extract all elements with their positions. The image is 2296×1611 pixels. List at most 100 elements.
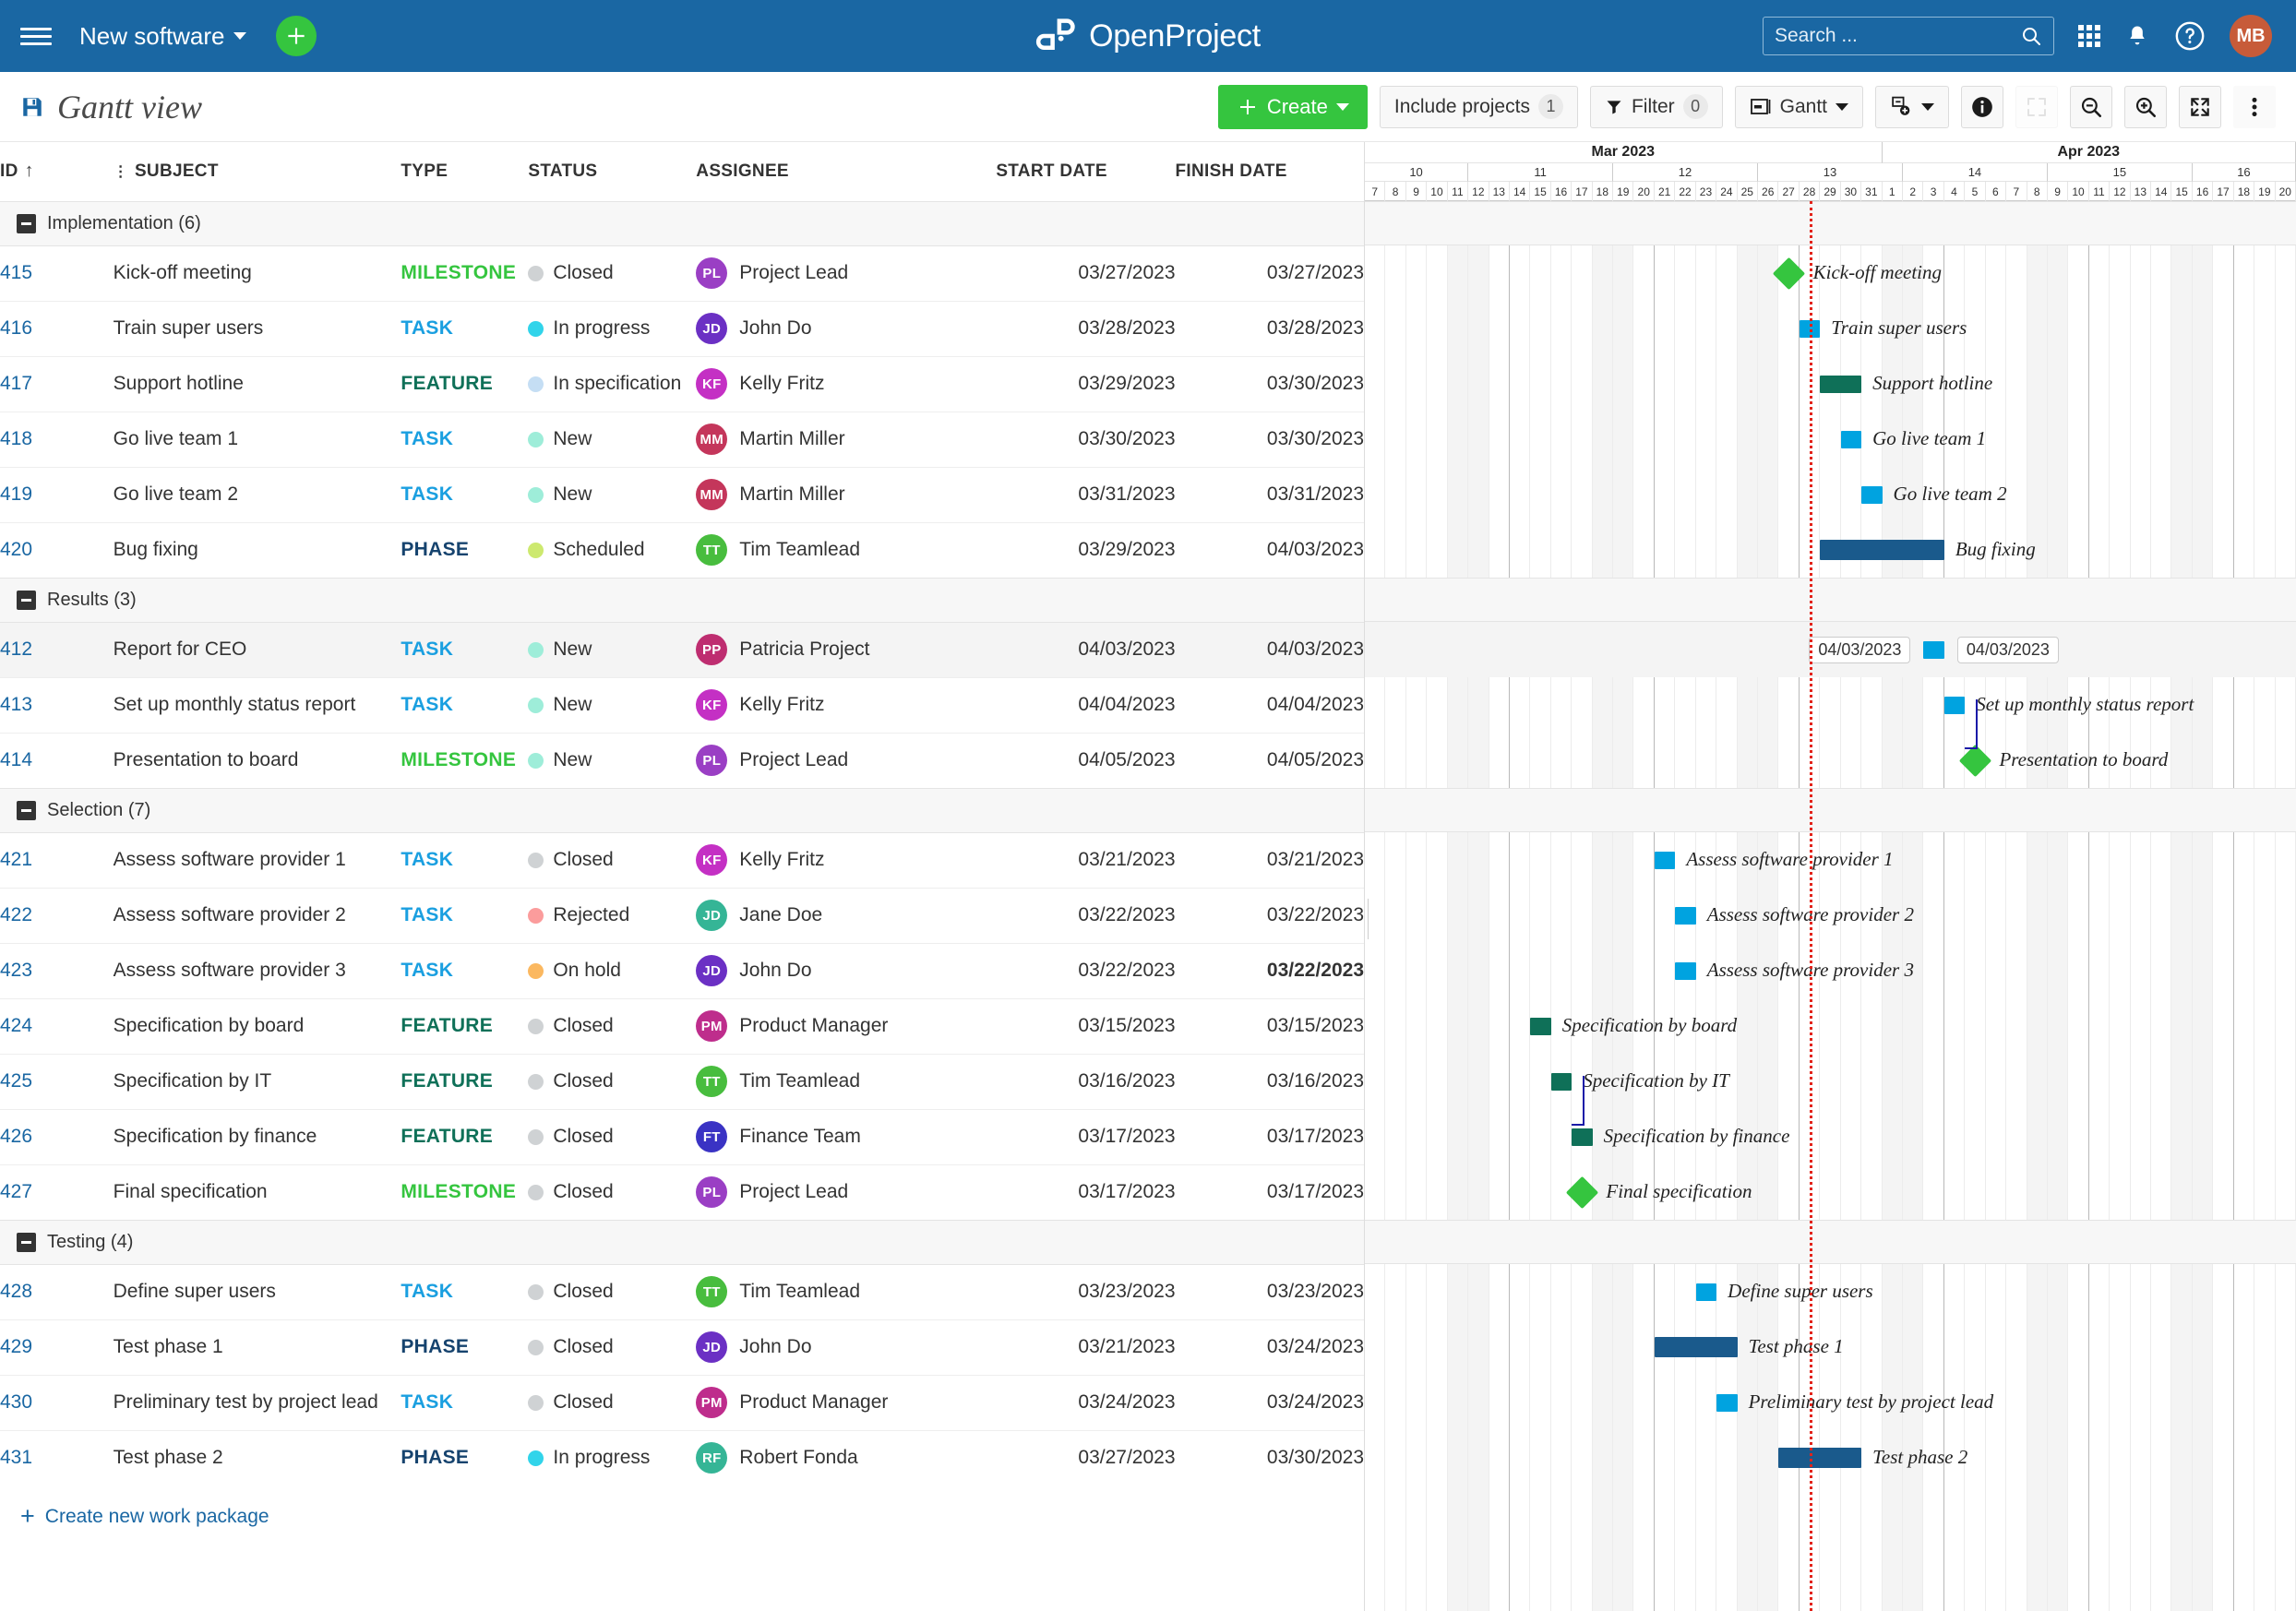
gantt-bar[interactable] bbox=[1778, 1448, 1861, 1468]
cell-status[interactable]: On hold bbox=[528, 943, 696, 998]
group-collapse-icon[interactable] bbox=[17, 801, 36, 820]
cell-start-date[interactable]: 03/17/2023 bbox=[996, 1109, 1175, 1164]
cell-type[interactable]: TASK bbox=[401, 888, 528, 943]
gantt-finish-date-badge[interactable]: 04/03/2023 bbox=[1957, 637, 2059, 663]
cell-assignee[interactable]: TTTim Teamlead bbox=[696, 1054, 996, 1109]
table-row[interactable]: 418Go live team 1TASKNewMMMartin Miller0… bbox=[0, 412, 1364, 467]
cell-start-date[interactable]: 03/24/2023 bbox=[996, 1375, 1175, 1430]
cell-start-date[interactable]: 03/23/2023 bbox=[996, 1264, 1175, 1319]
cell-status[interactable]: New bbox=[528, 677, 696, 733]
cell-finish-date[interactable]: 03/16/2023 bbox=[1176, 1054, 1364, 1109]
cell-status[interactable]: Rejected bbox=[528, 888, 696, 943]
table-row[interactable]: 413Set up monthly status reportTASKNewKF… bbox=[0, 677, 1364, 733]
gantt-bar[interactable] bbox=[1696, 1283, 1716, 1301]
table-row[interactable]: 421Assess software provider 1TASKClosedK… bbox=[0, 832, 1364, 888]
cell-subject[interactable]: Test phase 1 bbox=[114, 1319, 401, 1375]
cell-finish-date[interactable]: 03/30/2023 bbox=[1176, 356, 1364, 412]
table-row[interactable]: 424Specification by boardFEATUREClosedPM… bbox=[0, 998, 1364, 1054]
table-row[interactable]: 425Specification by ITFEATUREClosedTTTim… bbox=[0, 1054, 1364, 1109]
add-button[interactable] bbox=[276, 16, 317, 56]
table-row[interactable]: 426Specification by financeFEATUREClosed… bbox=[0, 1109, 1364, 1164]
gantt-bar[interactable] bbox=[1820, 540, 1944, 560]
cell-assignee[interactable]: RFRobert Fonda bbox=[696, 1430, 996, 1486]
cell-type[interactable]: MILESTONE bbox=[401, 245, 528, 301]
table-row[interactable]: 414Presentation to boardMILESTONENewPLPr… bbox=[0, 733, 1364, 788]
cell-start-date[interactable]: 03/28/2023 bbox=[996, 301, 1175, 356]
cell-status[interactable]: Scheduled bbox=[528, 522, 696, 578]
cell-type[interactable]: TASK bbox=[401, 1375, 528, 1430]
cell-assignee[interactable]: TTTim Teamlead bbox=[696, 1264, 996, 1319]
info-button[interactable] bbox=[1961, 86, 2003, 128]
table-row[interactable]: 417Support hotlineFEATUREIn specificatio… bbox=[0, 356, 1364, 412]
pane-resize-handle[interactable] bbox=[1364, 899, 1369, 939]
cell-finish-date[interactable]: 03/30/2023 bbox=[1176, 1430, 1364, 1486]
cell-finish-date[interactable]: 03/24/2023 bbox=[1176, 1375, 1364, 1430]
cell-start-date[interactable]: 03/27/2023 bbox=[996, 245, 1175, 301]
cell-type[interactable]: TASK bbox=[401, 1264, 528, 1319]
cell-assignee[interactable]: MMMartin Miller bbox=[696, 412, 996, 467]
cell-finish-date[interactable]: 04/03/2023 bbox=[1176, 522, 1364, 578]
create-new-work-package-button[interactable]: + Create new work package bbox=[0, 1486, 1364, 1529]
cell-start-date[interactable]: 04/05/2023 bbox=[996, 733, 1175, 788]
cell-start-date[interactable]: 04/04/2023 bbox=[996, 677, 1175, 733]
cell-type[interactable]: FEATURE bbox=[401, 1109, 528, 1164]
column-header-start-date[interactable]: START DATE bbox=[996, 142, 1175, 201]
cell-status[interactable]: Closed bbox=[528, 1319, 696, 1375]
hamburger-icon[interactable] bbox=[20, 20, 52, 52]
cell-type[interactable]: TASK bbox=[401, 301, 528, 356]
gantt-bar[interactable] bbox=[1655, 852, 1675, 869]
global-search[interactable] bbox=[1763, 17, 2054, 55]
cell-assignee[interactable]: PLProject Lead bbox=[696, 733, 996, 788]
cell-finish-date[interactable]: 04/05/2023 bbox=[1176, 733, 1364, 788]
cell-finish-date[interactable]: 03/15/2023 bbox=[1176, 998, 1364, 1054]
gantt-milestone-diamond[interactable] bbox=[1959, 745, 1991, 777]
cell-type[interactable]: PHASE bbox=[401, 1319, 528, 1375]
gantt-milestone-diamond[interactable] bbox=[1773, 257, 1805, 290]
cell-assignee[interactable]: JDJane Doe bbox=[696, 888, 996, 943]
cell-start-date[interactable]: 03/16/2023 bbox=[996, 1054, 1175, 1109]
search-icon[interactable] bbox=[2020, 25, 2042, 47]
save-icon[interactable] bbox=[20, 95, 44, 119]
table-row[interactable]: 422Assess software provider 2TASKRejecte… bbox=[0, 888, 1364, 943]
cell-assignee[interactable]: TTTim Teamlead bbox=[696, 522, 996, 578]
cell-status[interactable]: Closed bbox=[528, 1375, 696, 1430]
column-header-subject[interactable]: ⋮ SUBJECT bbox=[114, 142, 401, 201]
gantt-bar[interactable] bbox=[1820, 376, 1861, 393]
cell-start-date[interactable]: 03/17/2023 bbox=[996, 1164, 1175, 1220]
project-selector[interactable]: New software bbox=[79, 22, 246, 51]
table-row[interactable]: 431Test phase 2PHASEIn progressRFRobert … bbox=[0, 1430, 1364, 1486]
gantt-bar[interactable] bbox=[1530, 1018, 1550, 1035]
cell-assignee[interactable]: KFKelly Fritz bbox=[696, 356, 996, 412]
gantt-bar[interactable] bbox=[1944, 697, 1965, 714]
table-row[interactable]: 423Assess software provider 3TASKOn hold… bbox=[0, 943, 1364, 998]
gantt-bar[interactable] bbox=[1841, 431, 1861, 448]
gantt-chart-body[interactable]: Kick-off meetingTrain super usersSupport… bbox=[1365, 201, 2296, 1611]
cell-type[interactable]: TASK bbox=[401, 412, 528, 467]
cell-start-date[interactable]: 03/30/2023 bbox=[996, 412, 1175, 467]
collapse-all-button[interactable] bbox=[2015, 86, 2058, 128]
cell-finish-date[interactable]: 03/22/2023 bbox=[1176, 943, 1364, 998]
cell-status[interactable]: Closed bbox=[528, 1054, 696, 1109]
cell-finish-date[interactable]: 03/23/2023 bbox=[1176, 1264, 1364, 1319]
cell-start-date[interactable]: 03/21/2023 bbox=[996, 1319, 1175, 1375]
cell-assignee[interactable]: JDJohn Do bbox=[696, 943, 996, 998]
work-package-id-link[interactable]: 417 bbox=[0, 373, 32, 394]
group-collapse-icon[interactable] bbox=[17, 1233, 36, 1252]
cell-subject[interactable]: Assess software provider 2 bbox=[114, 888, 401, 943]
column-header-finish-date[interactable]: FINISH DATE bbox=[1176, 142, 1364, 201]
cell-assignee[interactable]: KFKelly Fritz bbox=[696, 832, 996, 888]
cell-subject[interactable]: Presentation to board bbox=[114, 733, 401, 788]
user-avatar[interactable]: MB bbox=[2230, 15, 2272, 57]
cell-start-date[interactable]: 03/22/2023 bbox=[996, 888, 1175, 943]
baseline-compare-button[interactable] bbox=[1875, 86, 1949, 128]
cell-status[interactable]: Closed bbox=[528, 998, 696, 1054]
column-header-assignee[interactable]: ASSIGNEE bbox=[696, 142, 996, 201]
cell-status[interactable]: Closed bbox=[528, 245, 696, 301]
cell-type[interactable]: TASK bbox=[401, 832, 528, 888]
cell-start-date[interactable]: 03/22/2023 bbox=[996, 943, 1175, 998]
cell-status[interactable]: In specification bbox=[528, 356, 696, 412]
gantt-bar[interactable] bbox=[1551, 1073, 1572, 1091]
help-question-icon[interactable] bbox=[2174, 20, 2206, 52]
cell-status[interactable]: Closed bbox=[528, 832, 696, 888]
cell-subject[interactable]: Bug fixing bbox=[114, 522, 401, 578]
